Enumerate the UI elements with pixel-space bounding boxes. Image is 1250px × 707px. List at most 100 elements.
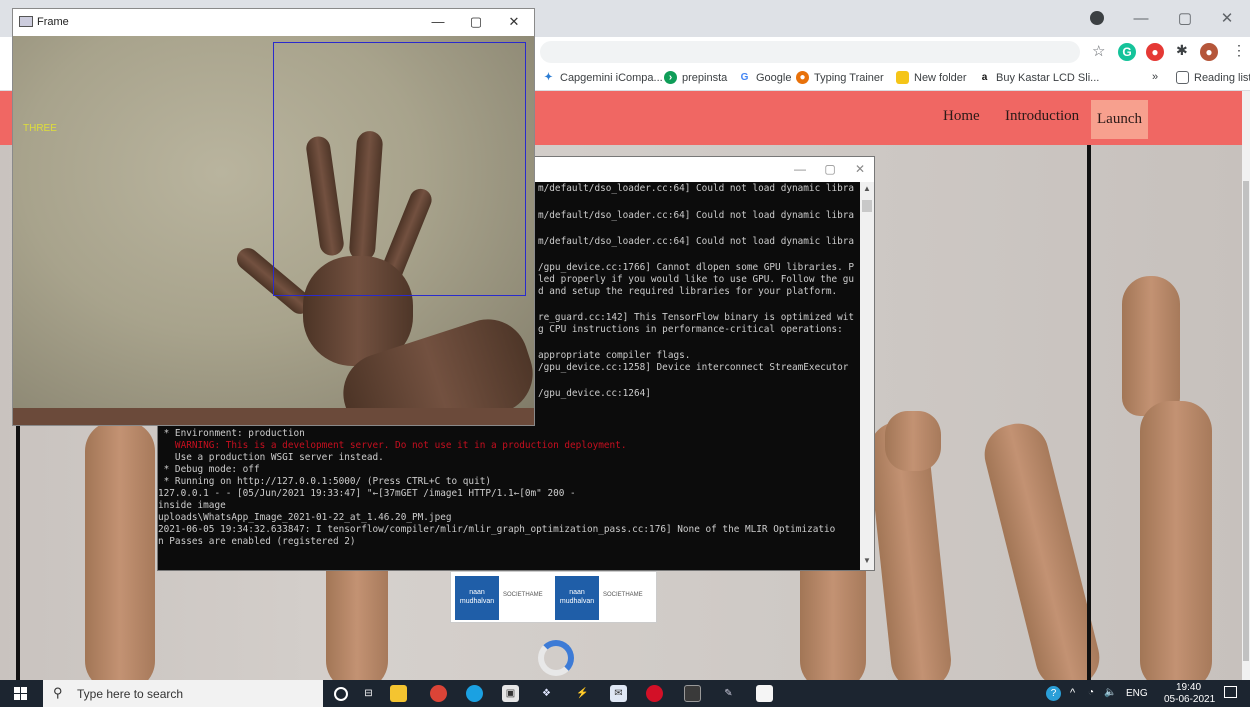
terminal-app-icon[interactable]	[684, 685, 701, 702]
bookmark-star-icon[interactable]: ☆	[1092, 42, 1105, 60]
browser-profile-icon[interactable]	[1090, 11, 1104, 25]
folder-icon	[896, 71, 909, 84]
vscode-icon[interactable]: ⚡	[574, 685, 591, 702]
bookmark-typing-trainer[interactable]: ● Typing Trainer	[796, 71, 884, 84]
terminal-line: Use a production WSGI server instead.	[158, 452, 384, 463]
browser-close-button[interactable]: ✕	[1212, 8, 1242, 30]
cortana-icon[interactable]	[334, 687, 348, 701]
frame-title: Frame	[37, 16, 69, 28]
browser-menu-icon[interactable]: ⋮	[1232, 42, 1246, 59]
tool-app-icon[interactable]: ✎	[720, 685, 737, 702]
frame-app-icon	[19, 16, 33, 27]
terminal-scroll-up-icon[interactable]: ▲	[863, 184, 871, 193]
hero-arm-1	[85, 421, 155, 680]
terminal-close-button[interactable]: ✕	[848, 161, 872, 177]
google-icon: G	[740, 72, 749, 83]
terminal-minimize-button[interactable]: —	[788, 161, 812, 177]
mail-icon[interactable]: ✉	[610, 685, 627, 702]
terminal-line: * Running on http://127.0.0.1:5000/ (Pre…	[158, 476, 492, 487]
hero-frame-mid	[1087, 145, 1091, 680]
extensions-puzzle-icon[interactable]: ✱	[1176, 42, 1188, 59]
table-edge	[13, 408, 534, 425]
terminal-line: * Environment: production	[158, 428, 305, 439]
terminal-line: re_guard.cc:142] This TensorFlow binary …	[538, 312, 855, 323]
terminal-line: inside image	[158, 500, 226, 511]
bookmark-kastar[interactable]: a Buy Kastar LCD Sli...	[978, 71, 1100, 84]
terminal-scroll-down-icon[interactable]: ▼	[863, 556, 871, 565]
frame-minimize-button[interactable]: —	[425, 13, 451, 31]
terminal-line: 127.0.0.1 - - [05/Jun/2021 19:33:47] "←[…	[158, 488, 576, 499]
partner-logo-a: naan mudhalvan	[455, 576, 499, 620]
partner-logo-b: SOCIETHAME	[503, 592, 543, 598]
capgemini-icon: ✦	[544, 72, 553, 83]
browser-maximize-button[interactable]: ▢	[1170, 8, 1200, 30]
windows-start-icon[interactable]	[14, 687, 27, 700]
bookmark-label: Buy Kastar LCD Sli...	[996, 71, 1100, 84]
windows-taskbar: ⚲ Type here to search ⊟ ▣ ❖ ⚡ ✉ ✎ ? ^ ◔ …	[0, 680, 1250, 707]
terminal-line: d and setup the required libraries for y…	[538, 286, 838, 297]
terminal-scrollbar[interactable]: ▲ ▼	[860, 182, 874, 570]
bookmark-prepinsta[interactable]: › prepinsta	[664, 71, 727, 84]
notifications-icon[interactable]	[1224, 686, 1237, 698]
search-icon: ⚲	[53, 685, 63, 700]
nav-launch-link[interactable]: Launch	[1091, 100, 1148, 139]
bookmark-capgemini[interactable]: ✦ Capgemini iCompa...	[542, 71, 663, 84]
region-of-interest-box	[273, 42, 526, 296]
network-icon[interactable]: ◔	[1088, 687, 1094, 698]
frame-maximize-button[interactable]: ▢	[463, 13, 489, 31]
terminal-scroll-thumb[interactable]	[862, 200, 872, 212]
opera-icon[interactable]	[646, 685, 663, 702]
store-icon[interactable]: ▣	[502, 685, 519, 702]
webcam-feed: THREE	[13, 36, 534, 425]
terminal-line: 2021-06-05 19:34:32.633847: I tensorflow…	[158, 524, 836, 535]
chrome-icon[interactable]	[430, 685, 447, 702]
bookmark-google[interactable]: G Google	[738, 71, 792, 84]
browser-minimize-button[interactable]: —	[1126, 8, 1156, 30]
terminal-maximize-button[interactable]: ▢	[818, 161, 842, 177]
bookmark-label: Capgemini iCompa...	[560, 71, 663, 84]
clock-date[interactable]: 05-06-2021	[1164, 694, 1215, 705]
grammarly-extension-icon[interactable]: G	[1118, 43, 1136, 61]
task-view-icon[interactable]: ⊟	[360, 685, 377, 702]
tray-expand-icon[interactable]: ^	[1070, 687, 1075, 699]
frame-titlebar[interactable]: Frame — ▢ ✕	[13, 9, 534, 36]
nav-introduction-link[interactable]: Introduction	[1005, 108, 1079, 125]
edge-icon[interactable]	[466, 685, 483, 702]
hero-hand-ok	[885, 411, 941, 471]
opencv-frame-window[interactable]: Frame — ▢ ✕ THREE	[12, 8, 535, 426]
extension-red-icon[interactable]: ●	[1146, 43, 1164, 61]
page-scrollbar[interactable]	[1242, 91, 1250, 680]
address-bar[interactable]	[540, 41, 1080, 63]
bookmark-new-folder[interactable]: New folder	[896, 71, 967, 84]
hero-arm-6	[1140, 401, 1212, 680]
reading-list-icon	[1176, 71, 1189, 84]
gesture-prediction-label: THREE	[23, 123, 57, 134]
terminal-line: led properly if you would like to use GP…	[538, 274, 855, 285]
hero-hand-thumbs-up	[1122, 276, 1180, 416]
volume-icon[interactable]: 🔈	[1104, 687, 1116, 698]
notepad-icon[interactable]	[756, 685, 773, 702]
partner-logo-strip: naan mudhalvan SOCIETHAME naan mudhalvan…	[450, 571, 657, 623]
help-icon[interactable]: ?	[1046, 686, 1061, 701]
terminal-line: uploads\WhatsApp_Image_2021-01-22_at_1.4…	[158, 512, 452, 523]
system-tray: ? ^ ◔ 🔈 ENG 19:40 05-06-2021	[1040, 680, 1250, 707]
dropbox-icon[interactable]: ❖	[538, 685, 555, 702]
language-indicator[interactable]: ENG	[1126, 688, 1148, 699]
terminal-line: m/default/dso_loader.cc:64] Could not lo…	[538, 236, 855, 247]
terminal-line: n Passes are enabled (registered 2)	[158, 536, 356, 547]
bookmark-label: prepinsta	[682, 71, 728, 84]
reading-list-button[interactable]: Reading list	[1176, 71, 1250, 84]
partner-logo-a: naan mudhalvan	[555, 576, 599, 620]
taskbar-search-box[interactable]: ⚲ Type here to search	[43, 680, 323, 707]
file-explorer-icon[interactable]	[390, 685, 407, 702]
terminal-line: /gpu_device.cc:1264]	[538, 388, 651, 399]
terminal-line: appropriate compiler flags.	[538, 350, 691, 361]
partner-logo-b: SOCIETHAME	[603, 592, 643, 598]
page-scroll-thumb[interactable]	[1243, 181, 1249, 661]
nav-home-link[interactable]: Home	[943, 108, 980, 125]
clock-time[interactable]: 19:40	[1176, 682, 1201, 693]
bookmarks-overflow-button[interactable]: »	[1152, 71, 1158, 83]
terminal-line: g CPU instructions in performance-critic…	[538, 324, 843, 335]
frame-close-button[interactable]: ✕	[501, 13, 527, 31]
user-avatar-icon[interactable]: ●	[1200, 43, 1218, 61]
